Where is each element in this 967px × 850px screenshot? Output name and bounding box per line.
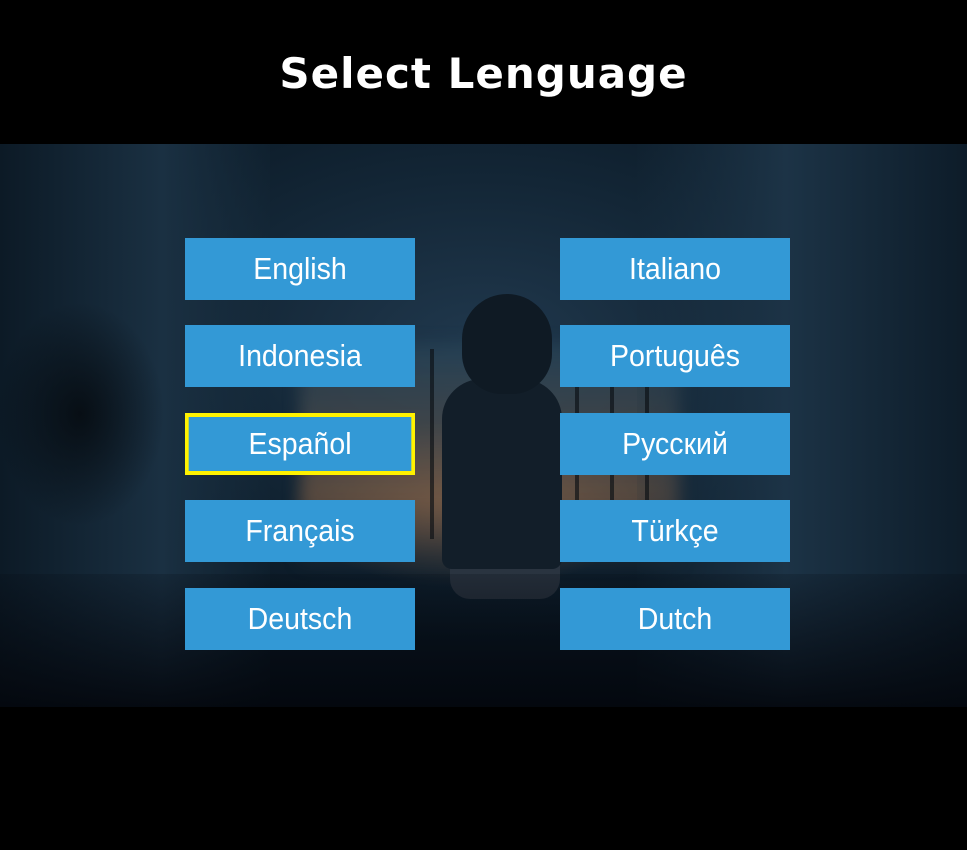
language-select-screen: Select Lenguage English Indonesia Españo… [0,0,967,850]
language-button-english[interactable]: English [185,238,415,300]
language-button-russian[interactable]: Русский [560,413,790,475]
figure-head [462,294,552,394]
language-button-turkce[interactable]: Türkçe [560,500,790,562]
language-button-francais[interactable]: Français [185,500,415,562]
title-bar: Select Lenguage [0,0,967,144]
language-button-indonesia[interactable]: Indonesia [185,325,415,387]
bottom-bar [0,707,967,850]
page-title: Select Lenguage [279,48,688,98]
language-button-deutsch[interactable]: Deutsch [185,588,415,650]
language-button-dutch[interactable]: Dutch [560,588,790,650]
language-button-italiano[interactable]: Italiano [560,238,790,300]
floor-shadow [0,574,967,707]
background-scene [0,144,967,707]
railing-bar [430,349,434,539]
language-button-portugues[interactable]: Português [560,325,790,387]
figure-body [442,379,562,569]
language-button-espanol[interactable]: Español [185,413,415,475]
